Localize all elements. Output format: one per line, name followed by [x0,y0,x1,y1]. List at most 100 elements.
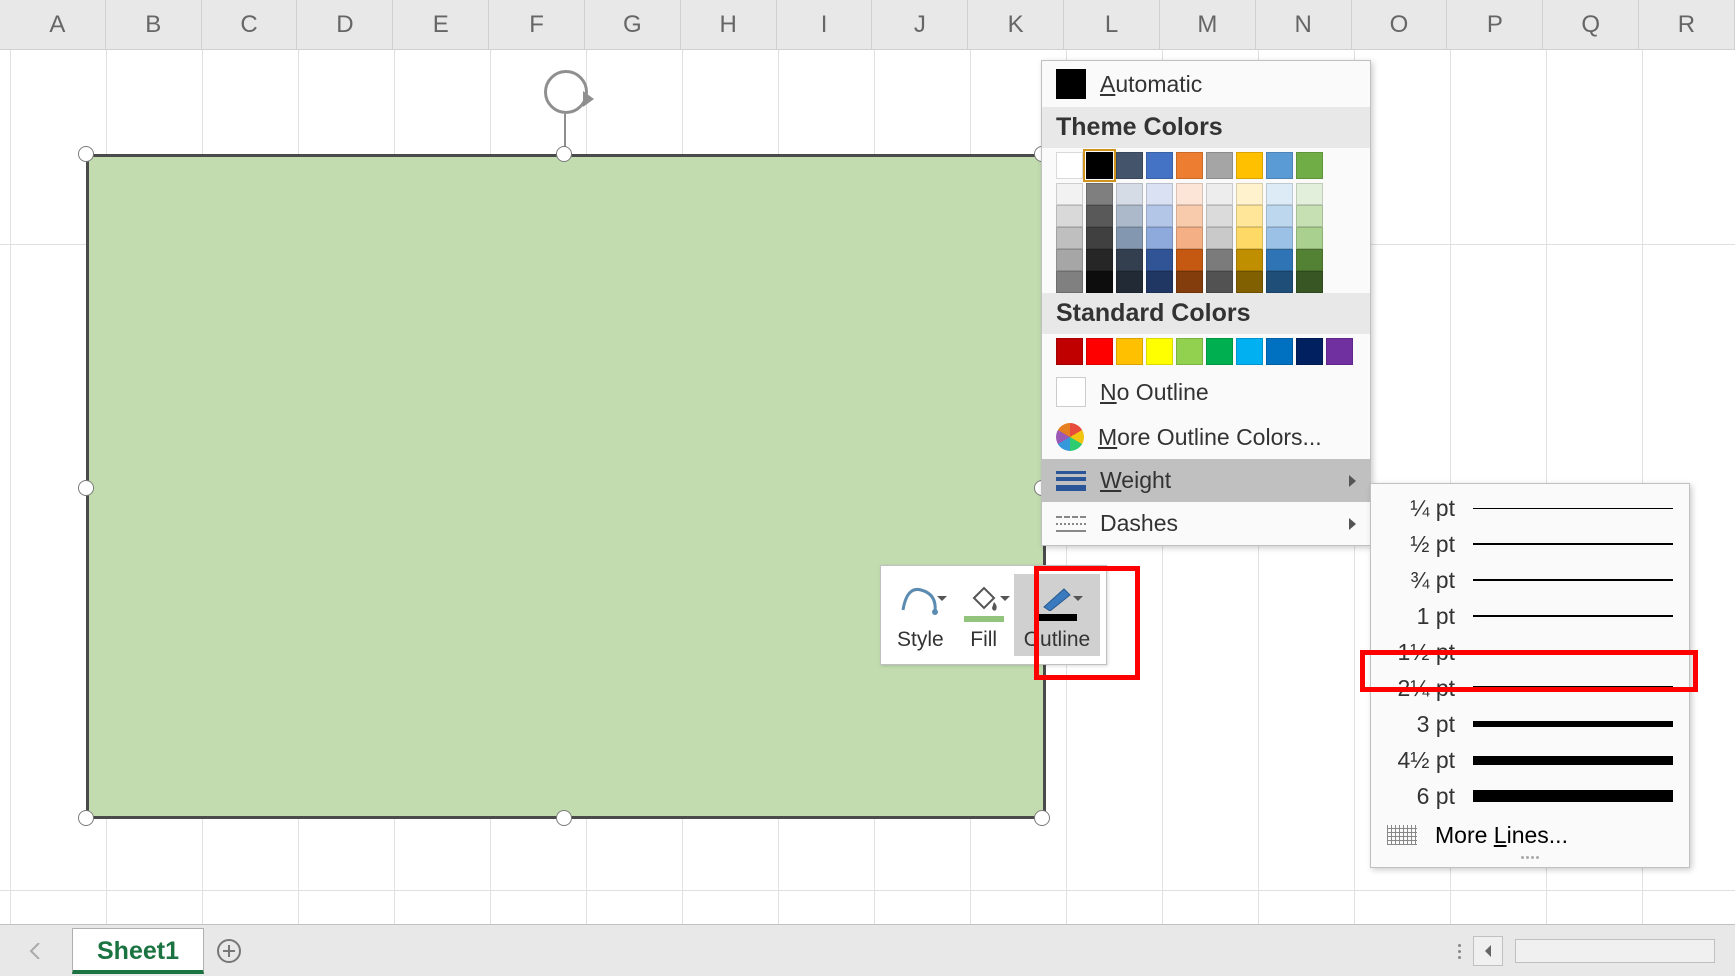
color-swatch[interactable] [1266,183,1293,205]
weight-option[interactable]: 2¼ pt [1371,670,1689,706]
color-swatch[interactable] [1146,271,1173,293]
no-outline-item[interactable]: No Outline [1042,369,1370,415]
col-header[interactable]: R [1639,0,1735,49]
col-header[interactable]: K [968,0,1064,49]
color-swatch[interactable] [1056,249,1083,271]
color-swatch[interactable] [1206,249,1233,271]
selection-handle[interactable] [78,146,94,162]
col-header[interactable]: E [393,0,489,49]
style-button[interactable]: Style [887,574,954,656]
weight-submenu-item[interactable]: Weight [1042,459,1370,502]
selected-rectangle-shape[interactable] [86,154,1046,819]
color-swatch[interactable] [1266,338,1293,365]
color-swatch[interactable] [1266,249,1293,271]
col-header[interactable]: I [777,0,873,49]
fill-button[interactable]: Fill [954,574,1014,656]
color-swatch[interactable] [1086,338,1113,365]
selection-handle[interactable] [1034,810,1050,826]
color-swatch[interactable] [1116,227,1143,249]
color-swatch[interactable] [1116,249,1143,271]
color-swatch[interactable] [1056,205,1083,227]
scroll-grip-icon[interactable] [1458,944,1461,959]
color-swatch[interactable] [1236,183,1263,205]
color-swatch[interactable] [1176,227,1203,249]
color-swatch[interactable] [1176,271,1203,293]
color-swatch[interactable] [1236,271,1263,293]
outline-button[interactable]: Outline [1014,574,1101,656]
color-swatch[interactable] [1176,205,1203,227]
weight-option[interactable]: ¼ pt [1371,490,1689,526]
weight-option[interactable]: ½ pt [1371,526,1689,562]
color-swatch[interactable] [1236,205,1263,227]
color-swatch[interactable] [1206,183,1233,205]
selection-handle[interactable] [556,146,572,162]
color-swatch[interactable] [1176,152,1203,179]
color-swatch[interactable] [1236,227,1263,249]
color-swatch[interactable] [1086,249,1113,271]
color-swatch[interactable] [1086,271,1113,293]
col-header[interactable]: L [1064,0,1160,49]
col-header[interactable]: G [585,0,681,49]
color-swatch[interactable] [1206,152,1233,179]
scroll-left-icon[interactable] [1473,936,1503,966]
color-swatch[interactable] [1116,183,1143,205]
color-swatch[interactable] [1296,338,1323,365]
automatic-color-item[interactable]: Automatic [1042,61,1370,107]
col-header[interactable]: C [202,0,298,49]
color-swatch[interactable] [1146,338,1173,365]
color-swatch[interactable] [1236,152,1263,179]
color-swatch[interactable] [1236,338,1263,365]
weight-option[interactable]: 1 pt [1371,598,1689,634]
sheet-nav-arrow-icon[interactable] [0,943,72,959]
color-swatch[interactable] [1146,249,1173,271]
color-swatch[interactable] [1086,205,1113,227]
color-swatch[interactable] [1176,338,1203,365]
color-swatch[interactable] [1056,227,1083,249]
rotate-handle-icon[interactable] [544,70,588,114]
color-swatch[interactable] [1206,338,1233,365]
color-swatch[interactable] [1326,338,1353,365]
weight-option[interactable]: 6 pt [1371,778,1689,814]
color-swatch[interactable] [1176,249,1203,271]
color-swatch[interactable] [1146,227,1173,249]
color-swatch[interactable] [1266,152,1293,179]
col-header[interactable]: O [1352,0,1448,49]
col-header[interactable]: M [1160,0,1256,49]
weight-option[interactable]: 4½ pt [1371,742,1689,778]
color-swatch[interactable] [1116,152,1143,179]
color-swatch[interactable] [1116,271,1143,293]
color-swatch[interactable] [1206,271,1233,293]
weight-option[interactable]: ¾ pt [1371,562,1689,598]
horizontal-scrollbar[interactable] [1458,936,1715,966]
color-swatch[interactable] [1266,227,1293,249]
color-swatch[interactable] [1056,338,1083,365]
color-swatch[interactable] [1296,152,1323,179]
color-swatch[interactable] [1086,152,1113,179]
color-swatch[interactable] [1206,205,1233,227]
scroll-track[interactable] [1515,939,1715,963]
color-swatch[interactable] [1266,205,1293,227]
color-swatch[interactable] [1296,205,1323,227]
selection-handle[interactable] [556,810,572,826]
selection-handle[interactable] [78,480,94,496]
col-header[interactable]: H [681,0,777,49]
sheet-tab-active[interactable]: Sheet1 [72,928,204,974]
color-swatch[interactable] [1116,205,1143,227]
color-swatch[interactable] [1146,152,1173,179]
color-swatch[interactable] [1236,249,1263,271]
color-swatch[interactable] [1086,183,1113,205]
col-header[interactable]: Q [1543,0,1639,49]
col-header[interactable]: D [297,0,393,49]
color-swatch[interactable] [1296,249,1323,271]
more-lines-item[interactable]: More Lines... [1371,814,1689,850]
color-swatch[interactable] [1266,271,1293,293]
color-swatch[interactable] [1146,183,1173,205]
color-swatch[interactable] [1296,183,1323,205]
color-swatch[interactable] [1086,227,1113,249]
more-colors-item[interactable]: More Outline Colors... [1042,415,1370,459]
color-swatch[interactable] [1056,271,1083,293]
col-header[interactable]: A [10,0,106,49]
color-swatch[interactable] [1296,271,1323,293]
color-swatch[interactable] [1116,338,1143,365]
col-header[interactable]: J [872,0,968,49]
